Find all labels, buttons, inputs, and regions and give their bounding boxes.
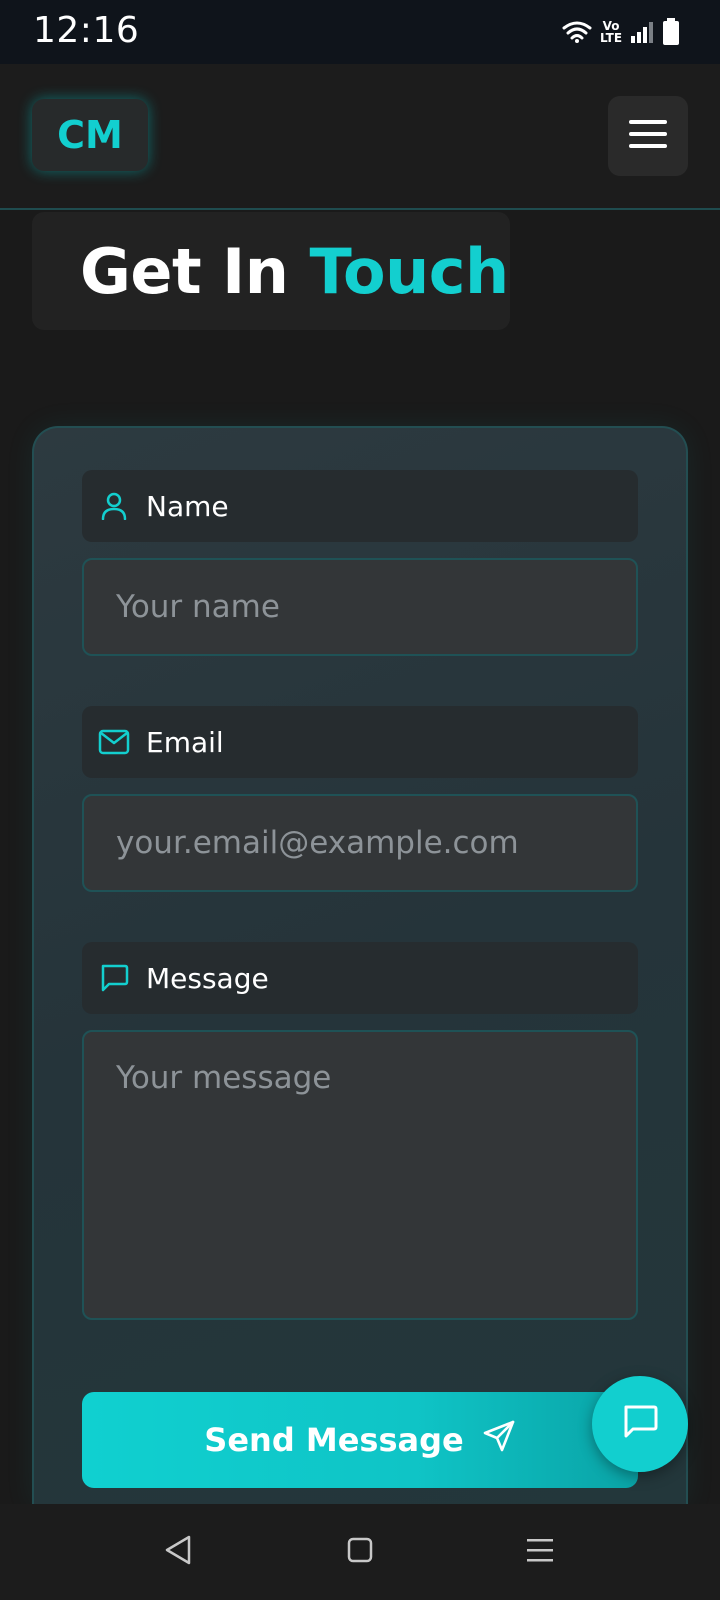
message-label: Message xyxy=(146,961,269,995)
page-title-card: Get In Touch xyxy=(32,212,510,330)
email-input[interactable] xyxy=(82,794,638,892)
menu-button[interactable] xyxy=(608,96,688,176)
nav-back-button[interactable] xyxy=(158,1532,198,1572)
contact-form: Name Email Message Send Message xyxy=(32,426,688,1506)
status-bar: 12:16 Vo LTE xyxy=(0,0,720,64)
page-title-prefix: Get In xyxy=(80,234,289,308)
mail-icon xyxy=(98,726,130,758)
chat-icon xyxy=(621,1403,659,1445)
chat-fab-button[interactable] xyxy=(592,1376,688,1472)
page-title: Get In Touch xyxy=(80,235,509,308)
name-input[interactable] xyxy=(82,558,638,656)
site-header: CM xyxy=(0,64,720,210)
nav-home-button[interactable] xyxy=(340,1532,380,1572)
system-nav-bar xyxy=(0,1504,720,1600)
nav-recents-button[interactable] xyxy=(520,1532,560,1572)
send-icon xyxy=(482,1419,516,1461)
message-square-icon xyxy=(98,962,130,994)
send-message-button[interactable]: Send Message xyxy=(82,1392,638,1488)
name-field-label: Name xyxy=(82,470,638,542)
name-label: Name xyxy=(146,489,229,523)
battery-icon xyxy=(662,18,680,46)
recents-menu-icon xyxy=(526,1537,554,1567)
back-triangle-icon xyxy=(163,1534,193,1570)
hamburger-icon xyxy=(629,119,667,153)
email-label: Email xyxy=(146,725,224,759)
status-time: 12:16 xyxy=(33,10,140,51)
message-textarea[interactable] xyxy=(82,1030,638,1320)
email-field-label: Email xyxy=(82,706,638,778)
volte-bottom-text: LTE xyxy=(599,31,623,45)
logo[interactable]: CM xyxy=(32,99,148,171)
wifi-icon xyxy=(562,20,592,44)
status-icons: Vo LTE xyxy=(562,16,680,48)
send-message-label: Send Message xyxy=(204,1421,464,1459)
signal-icon xyxy=(630,20,654,44)
page-title-accent: Touch xyxy=(309,234,509,308)
message-field-label: Message xyxy=(82,942,638,1014)
volte-icon: Vo LTE xyxy=(600,20,622,44)
home-square-icon xyxy=(346,1536,374,1568)
user-icon xyxy=(98,490,130,522)
